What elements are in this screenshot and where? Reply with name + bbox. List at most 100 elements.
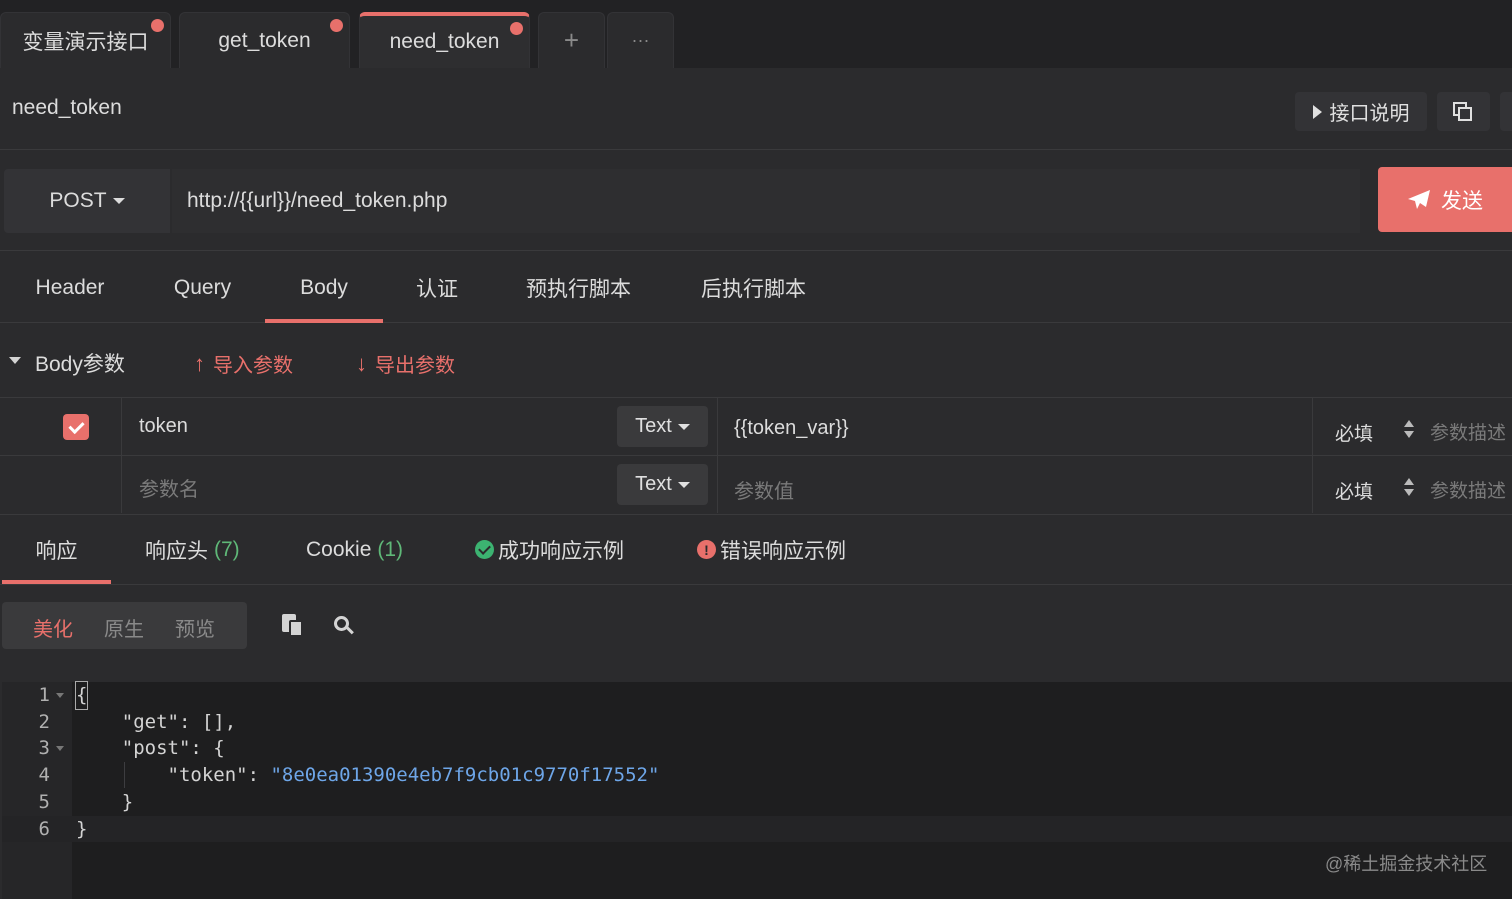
tab-label: Body bbox=[300, 275, 348, 299]
type-label: Text bbox=[635, 473, 672, 495]
code-text: "token": "8e0ea01390e4eb7f9cb01c9770f175… bbox=[76, 762, 660, 789]
code-text: } bbox=[76, 817, 88, 840]
view-mode-raw[interactable]: 原生 bbox=[104, 613, 144, 642]
param-desc[interactable]: 参数描述 bbox=[1430, 418, 1506, 445]
unsaved-dot-icon bbox=[151, 19, 164, 32]
tab-cookie[interactable]: Cookie (1) bbox=[306, 515, 403, 584]
api-doc-button[interactable]: 接口说明 bbox=[1295, 92, 1427, 131]
required-select[interactable]: 必填 bbox=[1335, 419, 1373, 446]
export-params-button[interactable]: ↓ 导出参数 bbox=[356, 349, 455, 378]
divider bbox=[1312, 398, 1313, 455]
param-type-select[interactable]: Text bbox=[617, 464, 708, 505]
indent-guide bbox=[124, 762, 125, 788]
tab-label: need_token bbox=[389, 30, 500, 53]
unsaved-dot-icon bbox=[510, 22, 523, 35]
tab-variable-demo[interactable]: 变量演示接口 bbox=[0, 12, 171, 68]
line-number: 2 bbox=[38, 710, 50, 733]
param-value-input[interactable]: 参数值 bbox=[734, 475, 794, 504]
search-icon[interactable] bbox=[334, 616, 354, 636]
tab-get-token[interactable]: get_token bbox=[179, 12, 350, 68]
tab-bar: 变量演示接口 get_token need_token + ··· bbox=[0, 0, 1512, 68]
param-name-input[interactable]: 参数名 bbox=[139, 473, 199, 502]
response-tabs: 响应 响应头 (7) Cookie (1) 成功响应示例 ! 错误响应示例 bbox=[0, 514, 1512, 585]
tab-need-token[interactable]: need_token bbox=[359, 12, 530, 68]
paper-plane-icon bbox=[1408, 189, 1430, 209]
line-number: 3 bbox=[38, 737, 50, 760]
tab-post-script[interactable]: 后执行脚本 bbox=[666, 252, 841, 323]
required-select[interactable]: 必填 bbox=[1335, 477, 1373, 504]
check-circle-icon bbox=[475, 540, 494, 559]
code-line: 3 "post": { bbox=[2, 735, 1512, 762]
param-row: 参数名 Text 参数值 必填 参数描述 bbox=[0, 455, 1512, 513]
import-params-button[interactable]: ↑ 导入参数 bbox=[194, 349, 293, 378]
code-line: 5 } bbox=[2, 789, 1512, 816]
view-mode-preview[interactable]: 预览 bbox=[175, 613, 215, 642]
param-type-select[interactable]: Text bbox=[617, 406, 708, 447]
code-line: 1 { bbox=[2, 681, 1512, 710]
copy-button[interactable] bbox=[1437, 92, 1490, 131]
divider bbox=[717, 456, 718, 513]
code-text: "get": [], bbox=[76, 710, 237, 733]
sort-updown-icon bbox=[1404, 478, 1414, 498]
line-number: 4 bbox=[38, 764, 50, 787]
param-desc-input[interactable]: 参数描述 bbox=[1430, 476, 1506, 503]
tab-label: 响应 bbox=[35, 539, 78, 563]
tab-response-headers[interactable]: 响应头 (7) bbox=[145, 515, 240, 584]
url-bar: POST 发送 bbox=[0, 151, 1512, 251]
json-key: "token": bbox=[76, 764, 271, 787]
play-icon bbox=[1312, 104, 1322, 119]
send-label: 发送 bbox=[1441, 189, 1483, 213]
plus-icon: + bbox=[563, 25, 580, 55]
fold-arrow-icon[interactable] bbox=[56, 746, 64, 752]
code-text: { bbox=[74, 681, 89, 710]
divider bbox=[717, 398, 718, 455]
export-label: 导出参数 bbox=[375, 355, 455, 377]
json-string-value: "8e0ea01390e4eb7f9cb01c9770f17552" bbox=[270, 764, 660, 787]
exclamation-circle-icon: ! bbox=[697, 540, 716, 559]
param-value[interactable]: {{token_var}} bbox=[734, 417, 849, 440]
collapse-caret-icon[interactable] bbox=[9, 357, 21, 364]
more-icon: ··· bbox=[631, 30, 650, 50]
code-line: 2 "get": [], bbox=[2, 709, 1512, 736]
api-doc-label: 接口说明 bbox=[1329, 103, 1410, 125]
params-table: token Text {{token_var}} 必填 参数描述 参数名 Tex… bbox=[0, 397, 1512, 513]
more-action-button[interactable] bbox=[1500, 92, 1512, 131]
tab-label: 变量演示接口 bbox=[22, 30, 149, 54]
copy-icon-front bbox=[1458, 107, 1472, 121]
add-tab-button[interactable]: + bbox=[538, 12, 605, 68]
tab-label: 预执行脚本 bbox=[526, 277, 631, 301]
view-mode-pretty[interactable]: 美化 bbox=[33, 613, 73, 642]
search-icon-handle bbox=[346, 626, 354, 635]
param-name[interactable]: token bbox=[139, 415, 188, 438]
tab-response[interactable]: 响应 bbox=[2, 515, 111, 584]
method-select[interactable]: POST bbox=[4, 169, 170, 233]
more-tabs-button[interactable]: ··· bbox=[607, 12, 674, 68]
send-button[interactable]: 发送 bbox=[1378, 167, 1512, 232]
url-input[interactable] bbox=[172, 169, 1360, 233]
tab-query[interactable]: Query bbox=[140, 252, 265, 323]
tab-body[interactable]: Body bbox=[265, 252, 383, 323]
view-mode-switch: 美化 原生 预览 bbox=[2, 602, 247, 649]
check-cell bbox=[0, 398, 122, 455]
import-label: 导入参数 bbox=[213, 355, 293, 377]
request-tabs: Header Query Body 认证 预执行脚本 后执行脚本 bbox=[0, 252, 1512, 323]
response-toolbar: 美化 原生 预览 bbox=[0, 586, 1512, 682]
page-title: need_token bbox=[12, 96, 122, 119]
param-enabled-checkbox[interactable] bbox=[63, 414, 89, 440]
copy-response-icon[interactable] bbox=[282, 614, 304, 638]
tab-pre-script[interactable]: 预执行脚本 bbox=[491, 252, 666, 323]
caret-down-icon bbox=[112, 198, 125, 204]
sort-updown-icon bbox=[1404, 420, 1414, 440]
line-number: 5 bbox=[38, 790, 50, 813]
response-code-editor[interactable]: 1 { 2 "get": [], 3 "post": { 4 "token": … bbox=[2, 681, 1512, 899]
body-params-title: Body参数 bbox=[35, 353, 125, 376]
tab-success-example[interactable]: 成功响应示例 bbox=[475, 515, 624, 584]
code-line: 4 "token": "8e0ea01390e4eb7f9cb01c9770f1… bbox=[2, 762, 1512, 789]
fold-arrow-icon[interactable] bbox=[56, 693, 64, 698]
tab-header[interactable]: Header bbox=[0, 252, 140, 323]
tab-error-example[interactable]: ! 错误响应示例 bbox=[697, 515, 846, 584]
line-number: 1 bbox=[38, 684, 50, 706]
tab-label: Query bbox=[173, 275, 232, 299]
tab-auth[interactable]: 认证 bbox=[383, 252, 491, 323]
method-label: POST bbox=[49, 189, 107, 212]
